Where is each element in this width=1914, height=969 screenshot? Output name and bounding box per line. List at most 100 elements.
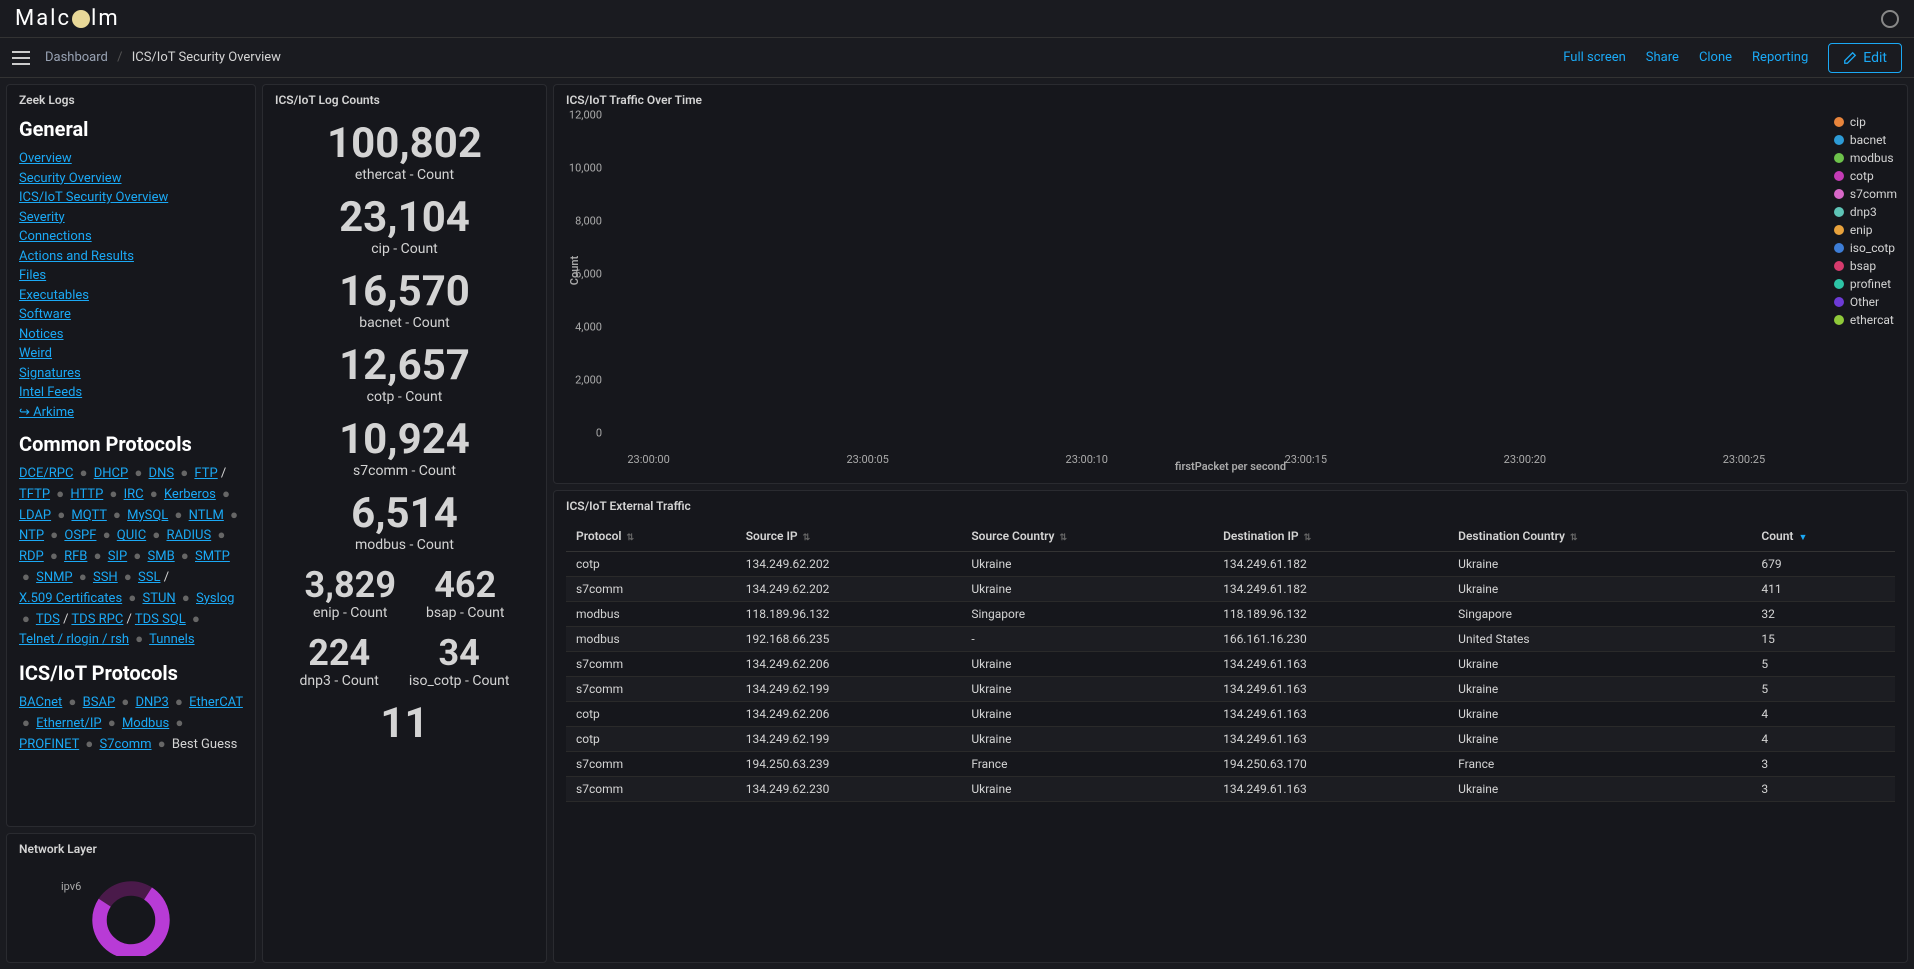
clone-button[interactable]: Clone (1699, 50, 1732, 65)
column-header[interactable]: Destination Country ⇅ (1448, 521, 1751, 552)
protocol-link[interactable]: BACnet (19, 695, 62, 710)
legend-item[interactable]: ethercat (1834, 313, 1897, 327)
edit-button[interactable]: Edit (1828, 43, 1902, 73)
share-button[interactable]: Share (1646, 50, 1679, 65)
protocol-link[interactable]: STUN (142, 591, 175, 606)
protocol-link[interactable]: OSPF (64, 528, 96, 543)
legend-label: modbus (1850, 151, 1894, 165)
hamburger-icon[interactable] (12, 51, 30, 65)
sidebar-link[interactable]: Signatures (19, 364, 243, 384)
protocol-link[interactable]: IRC (124, 487, 144, 502)
column-header[interactable]: Source Country ⇅ (961, 521, 1213, 552)
table-row[interactable]: modbus118.189.96.132Singapore118.189.96.… (566, 602, 1895, 627)
table-row[interactable]: s7comm134.249.62.230Ukraine134.249.61.16… (566, 777, 1895, 802)
legend-item[interactable]: s7comm (1834, 187, 1897, 201)
sidebar-link[interactable]: ↪ Arkime (19, 403, 243, 423)
protocol-link[interactable]: SMTP (195, 549, 230, 564)
protocol-link[interactable]: EtherCAT (189, 695, 243, 710)
legend-label: dnp3 (1850, 205, 1877, 219)
network-layer-donut[interactable]: ipv6 (71, 866, 191, 956)
reporting-button[interactable]: Reporting (1752, 50, 1808, 65)
protocol-link[interactable]: TDS (36, 612, 60, 627)
sidebar-link[interactable]: Severity (19, 208, 243, 228)
table-row[interactable]: cotp134.249.62.202Ukraine134.249.61.182U… (566, 552, 1895, 577)
column-header[interactable]: Source IP ⇅ (736, 521, 962, 552)
protocol-link[interactable]: FTP (194, 466, 217, 481)
protocol-link[interactable]: PROFINET (19, 737, 79, 752)
legend-item[interactable]: Other (1834, 295, 1897, 309)
table-cell: 194.250.63.239 (736, 752, 962, 777)
protocol-link[interactable]: DNP3 (135, 695, 168, 710)
sidebar-link[interactable]: ICS/IoT Security Overview (19, 188, 243, 208)
protocol-link[interactable]: RFB (64, 549, 87, 564)
protocol-link[interactable]: Telnet / rlogin / rsh (19, 632, 129, 647)
legend-item[interactable]: cip (1834, 115, 1897, 129)
protocol-link[interactable]: SMB (148, 549, 175, 564)
protocol-link[interactable]: MQTT (71, 508, 106, 523)
protocol-link[interactable]: SNMP (36, 570, 73, 585)
sidebar-link[interactable]: Weird (19, 344, 243, 364)
fullscreen-button[interactable]: Full screen (1563, 50, 1626, 65)
protocol-link[interactable]: NTLM (189, 508, 224, 523)
legend-item[interactable]: cotp (1834, 169, 1897, 183)
column-header[interactable]: Protocol ⇅ (566, 521, 736, 552)
protocol-link[interactable]: BSAP (83, 695, 116, 710)
sidebar-link[interactable]: Connections (19, 227, 243, 247)
donut-label: ipv6 (61, 880, 81, 893)
protocol-link[interactable]: TDS SQL (135, 612, 186, 627)
protocol-link[interactable]: RDP (19, 549, 44, 564)
protocol-link[interactable]: TFTP (19, 487, 50, 502)
protocol-link[interactable]: DCE/RPC (19, 466, 73, 481)
legend-item[interactable]: enip (1834, 223, 1897, 237)
legend-item[interactable]: profinet (1834, 277, 1897, 291)
table-row[interactable]: s7comm134.249.62.199Ukraine134.249.61.16… (566, 677, 1895, 702)
protocol-link[interactable]: RADIUS (166, 528, 211, 543)
protocol-link[interactable]: X.509 Certificates (19, 591, 122, 606)
breadcrumb-root[interactable]: Dashboard (45, 50, 108, 65)
protocol-link[interactable]: Tunnels (149, 632, 194, 647)
sidebar-link[interactable]: Security Overview (19, 169, 243, 189)
protocol-link[interactable]: HTTP (70, 487, 103, 502)
legend-dot (1834, 207, 1844, 217)
table-row[interactable]: s7comm194.250.63.239France194.250.63.170… (566, 752, 1895, 777)
protocol-link[interactable]: DNS (149, 466, 175, 481)
protocol-link[interactable]: SSH (93, 570, 118, 585)
legend-item[interactable]: bsap (1834, 259, 1897, 273)
table-cell: 679 (1751, 552, 1895, 577)
table-row[interactable]: cotp134.249.62.199Ukraine134.249.61.163U… (566, 727, 1895, 752)
sidebar-link[interactable]: Notices (19, 325, 243, 345)
protocol-link[interactable]: Kerberos (164, 487, 216, 502)
protocol-link[interactable]: S7comm (100, 737, 152, 752)
column-header[interactable]: Destination IP ⇅ (1213, 521, 1448, 552)
sidebar-link[interactable]: Software (19, 305, 243, 325)
protocol-link[interactable]: DHCP (94, 466, 128, 481)
table-cell: Singapore (1448, 602, 1751, 627)
table-row[interactable]: s7comm134.249.62.202Ukraine134.249.61.18… (566, 577, 1895, 602)
table-row[interactable]: cotp134.249.62.206Ukraine134.249.61.163U… (566, 702, 1895, 727)
legend-item[interactable]: dnp3 (1834, 205, 1897, 219)
sidebar-link[interactable]: Executables (19, 286, 243, 306)
sidebar-link[interactable]: Overview (19, 149, 243, 169)
sidebar-link[interactable]: Files (19, 266, 243, 286)
chart-area[interactable] (614, 115, 1767, 433)
legend-item[interactable]: modbus (1834, 151, 1897, 165)
protocol-link[interactable]: QUIC (117, 528, 146, 543)
protocol-link[interactable]: NTP (19, 528, 44, 543)
sidebar-link[interactable]: Intel Feeds (19, 383, 243, 403)
protocol-link[interactable]: Modbus (122, 716, 169, 731)
legend-item[interactable]: iso_cotp (1834, 241, 1897, 255)
protocol-link[interactable]: SSL (138, 570, 160, 585)
protocol-link[interactable]: TDS RPC (71, 612, 123, 627)
column-header[interactable]: Count ▼ (1751, 521, 1895, 552)
metric: 16,570bacnet - Count (339, 271, 470, 331)
table-row[interactable]: s7comm134.249.62.206Ukraine134.249.61.16… (566, 652, 1895, 677)
legend-item[interactable]: bacnet (1834, 133, 1897, 147)
table-row[interactable]: modbus192.168.66.235-166.161.16.230Unite… (566, 627, 1895, 652)
protocol-link[interactable]: Syslog (196, 591, 234, 606)
protocol-link[interactable]: SIP (108, 549, 127, 564)
globe-icon[interactable] (1881, 10, 1899, 28)
protocol-link[interactable]: MySQL (127, 508, 168, 523)
protocol-link[interactable]: Ethernet/IP (36, 716, 102, 731)
protocol-link[interactable]: LDAP (19, 508, 51, 523)
sidebar-link[interactable]: Actions and Results (19, 247, 243, 267)
